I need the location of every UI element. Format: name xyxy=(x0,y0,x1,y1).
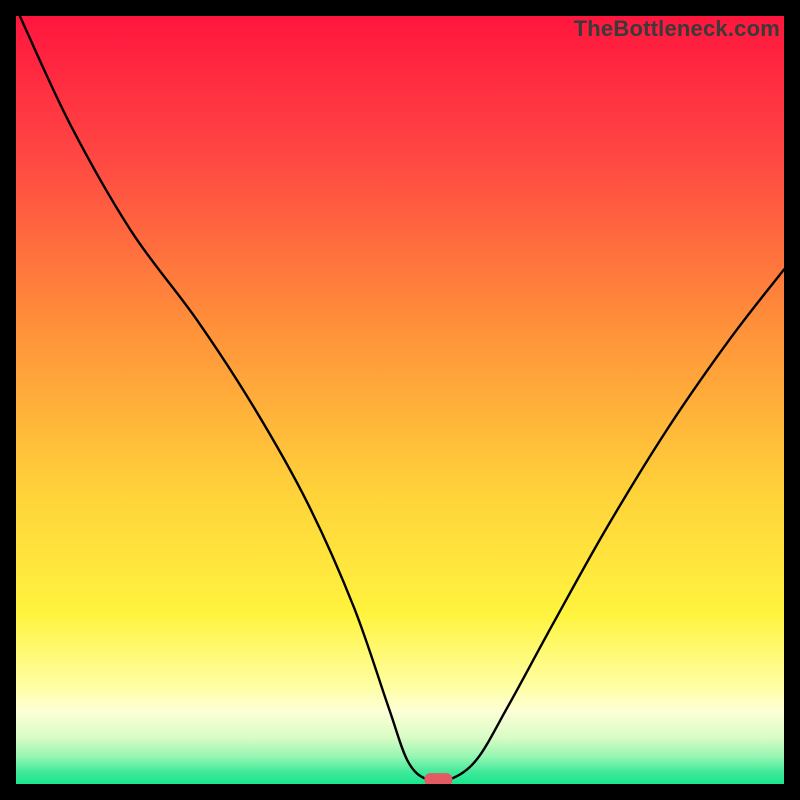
gradient-background xyxy=(16,16,784,784)
bottleneck-chart xyxy=(16,16,784,784)
chart-frame: TheBottleneck.com xyxy=(0,0,800,800)
optimal-marker xyxy=(424,773,452,784)
plot-area: TheBottleneck.com xyxy=(16,16,784,784)
